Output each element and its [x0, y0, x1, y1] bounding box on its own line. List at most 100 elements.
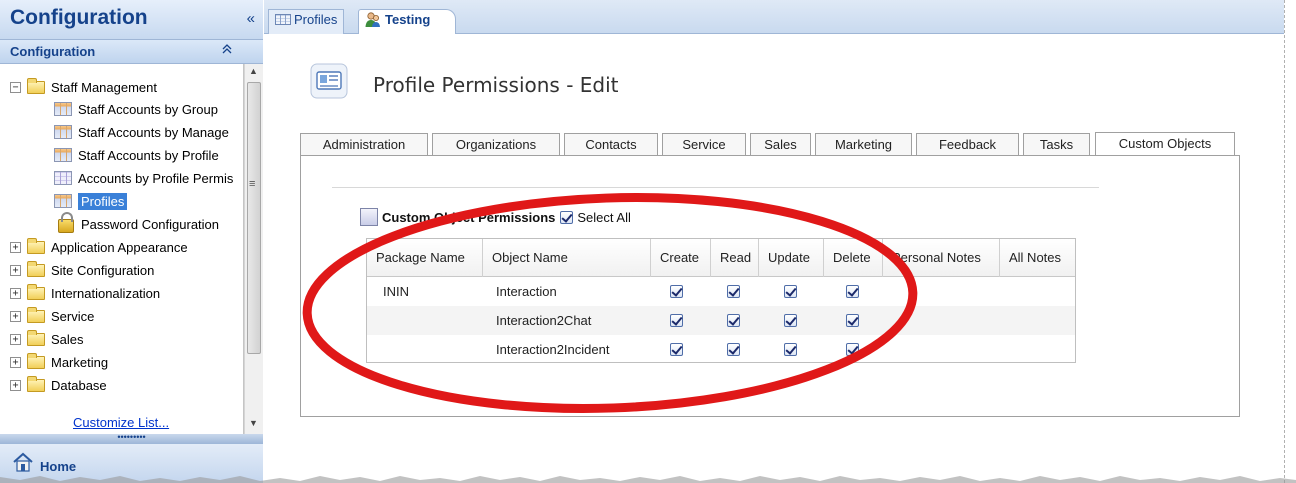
update-checkbox[interactable]: [784, 314, 797, 327]
home-label: Home: [40, 459, 77, 474]
tree-item-internationalization[interactable]: + Internationalization: [10, 282, 160, 304]
create-checkbox[interactable]: [670, 343, 683, 356]
read-checkbox[interactable]: [727, 314, 740, 327]
object-name-cell: Interaction: [496, 284, 557, 299]
tree-item-label: Staff Accounts by Manage: [78, 124, 229, 140]
expand-icon[interactable]: +: [10, 264, 21, 276]
tab-administration[interactable]: Administration: [300, 133, 428, 156]
table-row[interactable]: ININ Interaction: [367, 277, 1075, 306]
tab-organizations[interactable]: Organizations: [432, 133, 560, 156]
tab-testing[interactable]: Testing: [358, 9, 456, 35]
tree-item-label: Database: [51, 377, 107, 393]
lock-icon: [58, 212, 74, 233]
tree-item-application-appearance[interactable]: + Application Appearance: [10, 236, 188, 258]
tree-scrollbar[interactable]: ▲ ≡ ▼: [244, 64, 263, 434]
folder-icon: [27, 306, 45, 323]
folder-icon: [27, 375, 45, 392]
scroll-thumb[interactable]: ≡: [247, 82, 261, 354]
collapse-section-icon[interactable]: [221, 43, 233, 58]
scroll-up-icon[interactable]: ▲: [249, 66, 258, 76]
tree-item-sales[interactable]: + Sales: [10, 328, 84, 350]
select-all-checkbox[interactable]: [560, 210, 574, 224]
folder-icon: [27, 283, 45, 300]
tab-label: Profiles: [294, 12, 338, 27]
column-header-object-name[interactable]: Object Name: [483, 239, 651, 277]
permission-tabs: Administration Organizations Contacts Se…: [300, 132, 1240, 157]
tab-tasks[interactable]: Tasks: [1023, 133, 1090, 156]
scroll-down-icon[interactable]: ▼: [249, 418, 258, 428]
tree-item-label: Sales: [51, 331, 84, 347]
collapse-icon[interactable]: −: [10, 81, 21, 93]
table-row[interactable]: Interaction2Incident: [367, 335, 1075, 364]
divider: [332, 187, 1099, 188]
tab-marketing[interactable]: Marketing: [815, 133, 912, 156]
column-header-all-notes[interactable]: All Notes: [1000, 239, 1075, 277]
tree-item-site-configuration[interactable]: + Site Configuration: [10, 259, 154, 281]
folder-icon: [27, 260, 45, 277]
tree-item-label: Staff Accounts by Profile: [78, 147, 219, 163]
scroll-grip-icon: ≡: [249, 178, 256, 190]
column-header-update[interactable]: Update: [759, 239, 824, 277]
delete-checkbox[interactable]: [846, 343, 859, 356]
tree-item-database[interactable]: + Database: [10, 374, 107, 396]
person-icon: [365, 12, 381, 27]
tab-sales[interactable]: Sales: [750, 133, 811, 156]
tree-item-label: Application Appearance: [51, 239, 188, 255]
folder-icon: [27, 77, 45, 94]
permissions-icon: [360, 208, 378, 226]
update-checkbox[interactable]: [784, 343, 797, 356]
tab-profiles[interactable]: Profiles: [268, 9, 345, 34]
create-checkbox[interactable]: [670, 314, 683, 327]
tree-item-label: Marketing: [51, 354, 109, 370]
tree-item-accounts-by-profile-permissions[interactable]: Accounts by Profile Permis: [54, 167, 233, 189]
read-checkbox[interactable]: [727, 343, 740, 356]
permissions-grid: Package Name Object Name Create Read Upd…: [366, 238, 1076, 363]
tree-item-label: Internationalization: [51, 285, 161, 301]
page-title: Profile Permissions - Edit: [373, 73, 619, 97]
navigation-panel: Configuration « Configuration − Staff Ma…: [0, 0, 263, 483]
delete-checkbox[interactable]: [846, 314, 859, 327]
tab-label: Testing: [385, 12, 431, 27]
expand-icon[interactable]: +: [10, 241, 21, 253]
report-icon: [54, 194, 72, 208]
column-header-read[interactable]: Read: [711, 239, 759, 277]
tree-item-service[interactable]: + Service: [10, 305, 94, 327]
tree-item-marketing[interactable]: + Marketing: [10, 351, 108, 373]
expand-icon[interactable]: +: [10, 287, 21, 299]
expand-icon[interactable]: +: [10, 356, 21, 368]
expand-icon[interactable]: +: [10, 310, 21, 322]
document-tab-strip: Profiles Testing: [264, 0, 1284, 35]
report-icon: [54, 148, 72, 162]
column-header-delete[interactable]: Delete: [824, 239, 883, 277]
update-checkbox[interactable]: [784, 285, 797, 298]
table-row[interactable]: Interaction2Chat: [367, 306, 1075, 335]
column-header-package-name[interactable]: Package Name: [367, 239, 483, 277]
tab-custom-objects[interactable]: Custom Objects: [1095, 132, 1235, 157]
delete-checkbox[interactable]: [846, 285, 859, 298]
tab-contacts[interactable]: Contacts: [564, 133, 658, 156]
tree-item-profiles[interactable]: Profiles: [54, 190, 128, 212]
create-checkbox[interactable]: [670, 285, 683, 298]
expand-icon[interactable]: +: [10, 333, 21, 345]
tree-item-staff-accounts-by-manager[interactable]: Staff Accounts by Manage: [54, 121, 229, 143]
column-header-create[interactable]: Create: [651, 239, 711, 277]
tab-service[interactable]: Service: [662, 133, 746, 156]
read-checkbox[interactable]: [727, 285, 740, 298]
tree-item-label: Staff Management: [51, 79, 157, 95]
section-header[interactable]: Configuration: [0, 40, 263, 64]
tree-item-staff-management[interactable]: − Staff Management: [10, 76, 157, 98]
report-icon: [54, 171, 72, 185]
tree-item-label: Profiles: [78, 192, 128, 210]
customize-list-link[interactable]: Customize List...: [73, 415, 169, 430]
object-name-cell: Interaction2Incident: [496, 342, 610, 357]
select-all-label: Select All: [577, 209, 631, 225]
panel-splitter[interactable]: •••••••••: [0, 433, 263, 444]
tree-item-password-configuration[interactable]: Password Configuration: [58, 212, 219, 235]
collapse-panel-button[interactable]: «: [247, 10, 255, 27]
expand-icon[interactable]: +: [10, 379, 21, 391]
torn-edge-decoration: [0, 476, 1296, 483]
tab-feedback[interactable]: Feedback: [916, 133, 1019, 156]
tree-item-staff-accounts-by-profile[interactable]: Staff Accounts by Profile: [54, 144, 219, 166]
tree-item-staff-accounts-by-group[interactable]: Staff Accounts by Group: [54, 98, 218, 120]
column-header-personal-notes[interactable]: Personal Notes: [883, 239, 1000, 277]
